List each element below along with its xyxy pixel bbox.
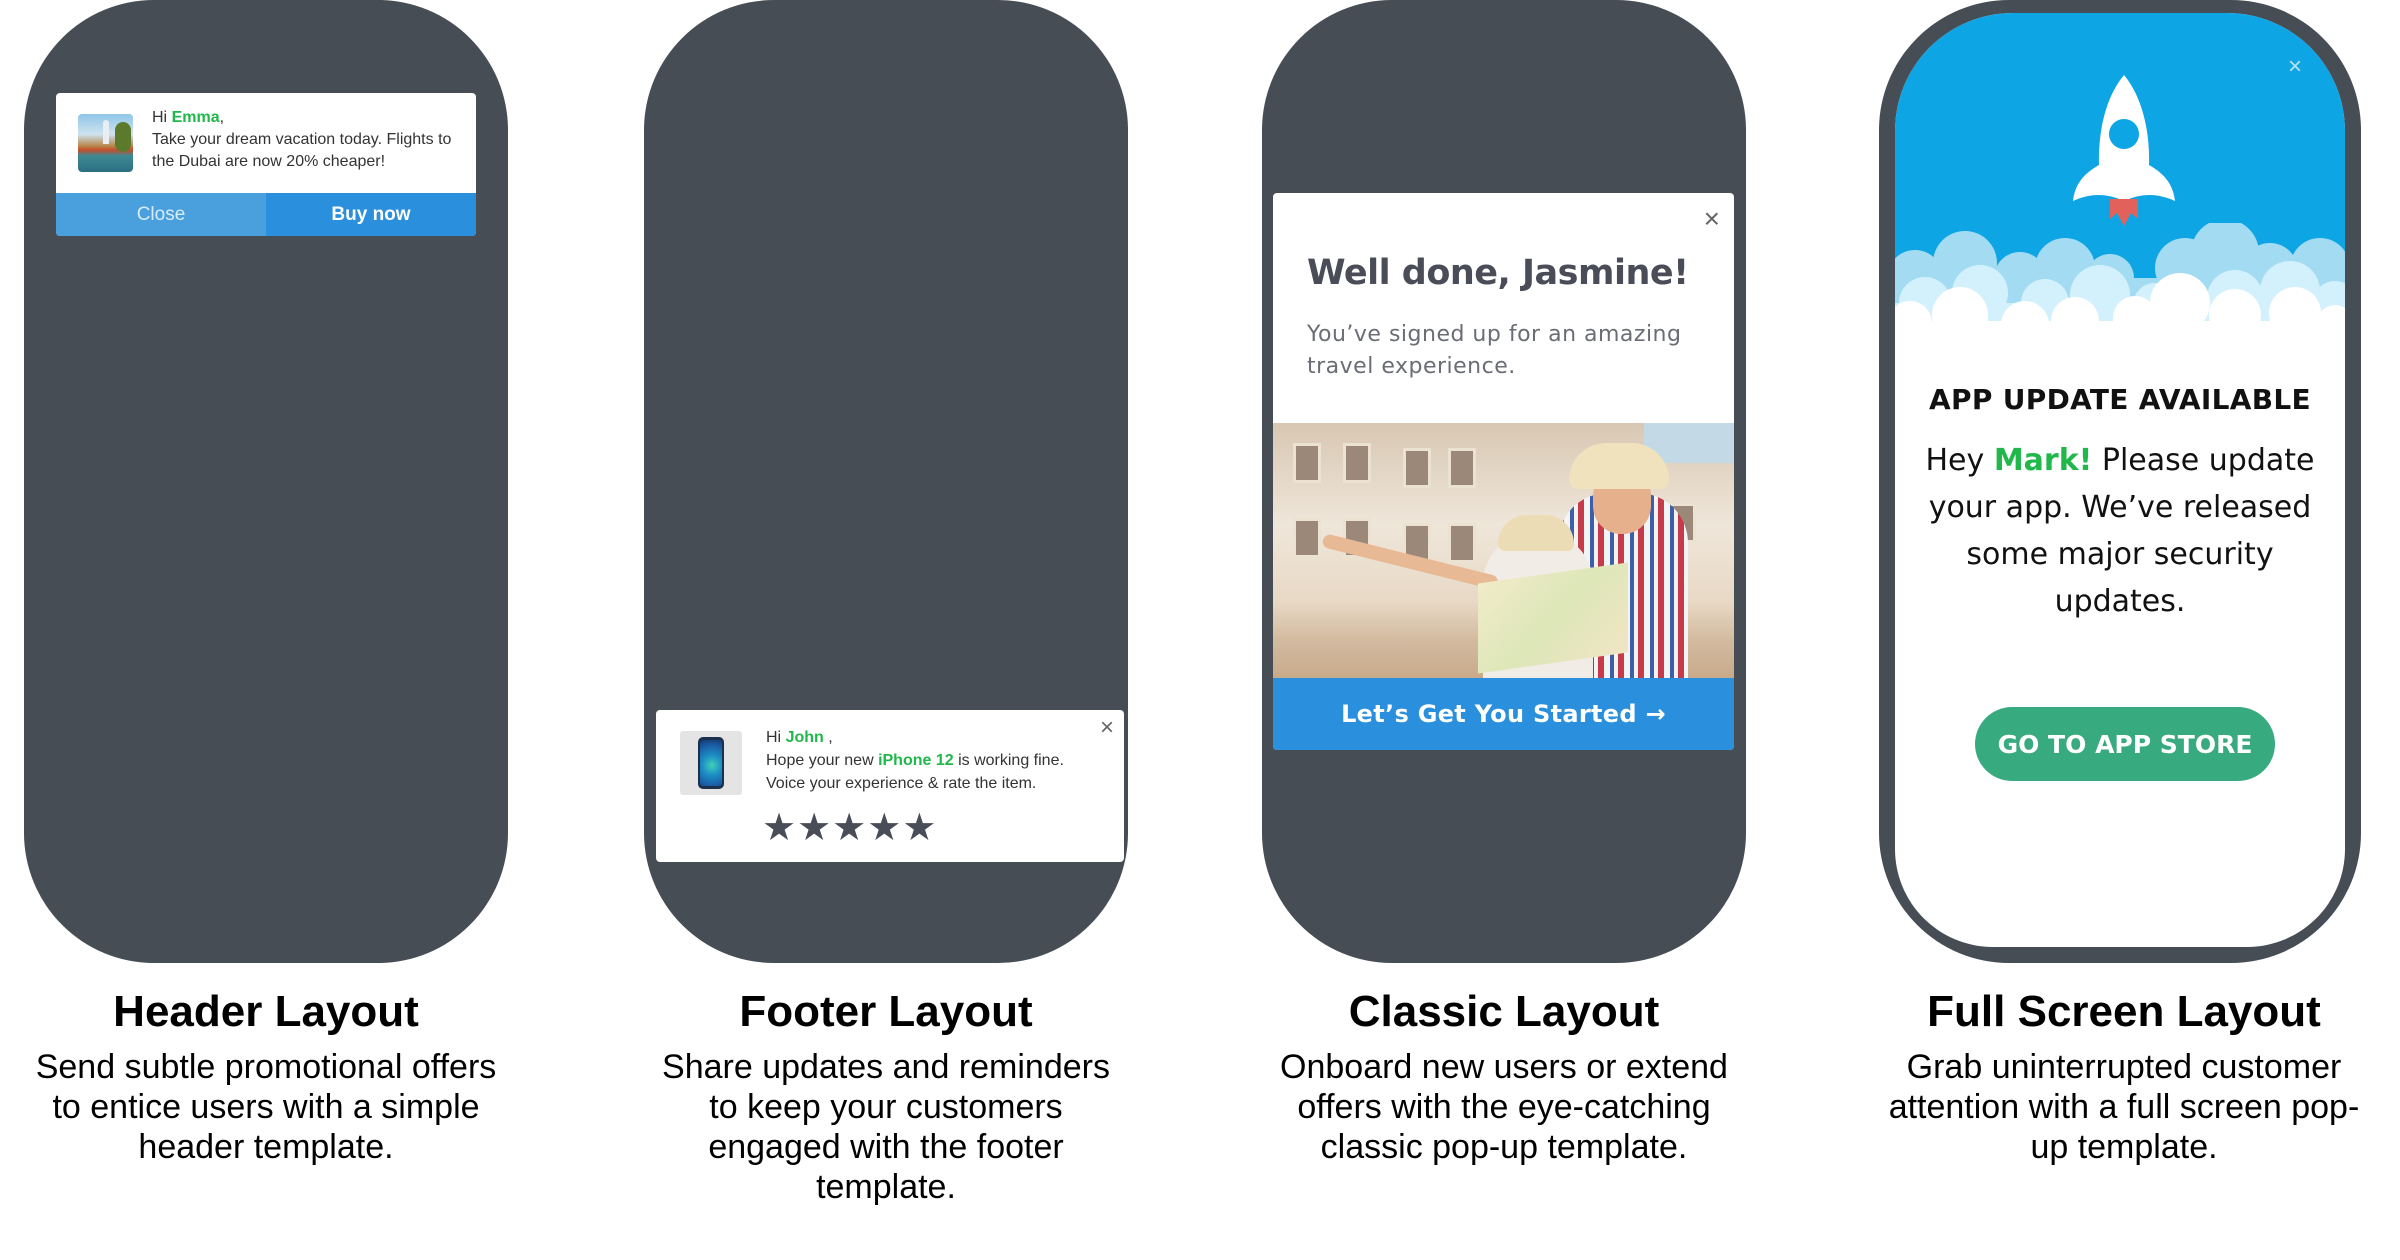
close-icon[interactable]: × [2288, 53, 2302, 81]
card-title: Footer Layout [739, 987, 1033, 1036]
card-title: Classic Layout [1348, 987, 1660, 1036]
popup-heading: APP UPDATE AVAILABLE [1929, 383, 2311, 416]
phone-mockup-fullscreen: × APP UPDATE AVAILABLE Hey Mark! Please … [1879, 0, 2361, 963]
popup-message: Hey Mark! Please update your app. We’ve … [1925, 437, 2315, 625]
rating-prompt: Voice your experience & rate the item. [766, 775, 1037, 792]
buy-now-button[interactable]: Buy now [266, 193, 476, 236]
star-icon-1[interactable]: ★ [762, 808, 796, 848]
header-popup-actions: Close Buy now [56, 193, 476, 236]
iphone-icon [698, 737, 724, 789]
promo-text: Take your dream vacation today. Flights … [152, 131, 452, 170]
card-caption-fullscreen: Full Screen Layout Grab uninterrupted cu… [1844, 985, 2400, 1167]
card-description: Onboard new users or extend offers with … [1280, 1048, 1728, 1166]
star-icon-4[interactable]: ★ [867, 808, 901, 848]
star-icon-5[interactable]: ★ [902, 808, 936, 848]
phone-mockup-footer: Hi John , Hope your new iPhone 12 is wor… [644, 0, 1128, 963]
burj-al-arab-shape [103, 120, 109, 144]
card-description: Send subtle promotional offers to entice… [35, 1048, 497, 1166]
message-text: Hope your new [766, 752, 879, 769]
classic-popup: × Well done, Jasmine! You’ve signed up f… [1273, 193, 1734, 750]
card-description: Share updates and reminders to keep your… [662, 1048, 1110, 1206]
phone-mockup-header: Hi Emma, Take your dream vacation today.… [24, 0, 508, 963]
greeting-suffix: , [219, 109, 225, 126]
header-popup-message: Hi Emma, Take your dream vacation today.… [152, 107, 472, 173]
fullscreen-popup: × APP UPDATE AVAILABLE Hey Mark! Please … [1895, 13, 2345, 947]
user-name: John [785, 729, 824, 746]
get-started-button[interactable]: Let’s Get You Started → [1273, 678, 1734, 750]
palm-tree-shape [115, 122, 131, 152]
star-icon-3[interactable]: ★ [832, 808, 866, 848]
go-to-app-store-button[interactable]: GO TO APP STORE [1975, 707, 2275, 781]
card-description: Grab uninterrupted customer attention wi… [1888, 1048, 2360, 1166]
popup-heading: Well done, Jasmine! [1307, 253, 1689, 293]
clouds-illustration [1895, 223, 2345, 333]
header-popup: Hi Emma, Take your dream vacation today.… [56, 93, 476, 236]
product-name: iPhone 12 [878, 752, 954, 769]
card-title: Header Layout [113, 987, 419, 1036]
close-icon[interactable]: × [1100, 716, 1114, 740]
popup-subtext: You’ve signed up for an amazing travel e… [1307, 322, 1682, 379]
star-rating: ★ ★ ★ ★ ★ [762, 808, 936, 848]
dubai-thumbnail [78, 114, 133, 172]
greeting-suffix: , [823, 729, 833, 746]
star-icon-2[interactable]: ★ [797, 808, 831, 848]
user-name: Mark! [1993, 443, 2093, 478]
card-caption-footer: Footer Layout Share updates and reminder… [606, 985, 1166, 1207]
rocket-icon [2073, 75, 2175, 226]
user-name: Emma [171, 109, 220, 126]
footer-popup-message: Hi John , Hope your new iPhone 12 is wor… [766, 726, 1106, 795]
close-icon[interactable]: × [1704, 203, 1720, 235]
travel-couple-photo [1273, 423, 1734, 678]
message-text: is working fine. [953, 752, 1064, 769]
greeting-prefix: Hi [152, 109, 172, 126]
card-title: Full Screen Layout [1927, 987, 2321, 1036]
card-caption-header: Header Layout Send subtle promotional of… [0, 985, 546, 1167]
iphone-thumbnail [680, 731, 742, 795]
footer-popup: Hi John , Hope your new iPhone 12 is wor… [656, 710, 1124, 862]
close-button[interactable]: Close [56, 193, 266, 236]
message-text: Hey [1925, 443, 1994, 478]
greeting-prefix: Hi [766, 729, 786, 746]
card-caption-classic: Classic Layout Onboard new users or exte… [1224, 985, 1784, 1167]
phone-mockup-classic: × Well done, Jasmine! You’ve signed up f… [1262, 0, 1746, 963]
